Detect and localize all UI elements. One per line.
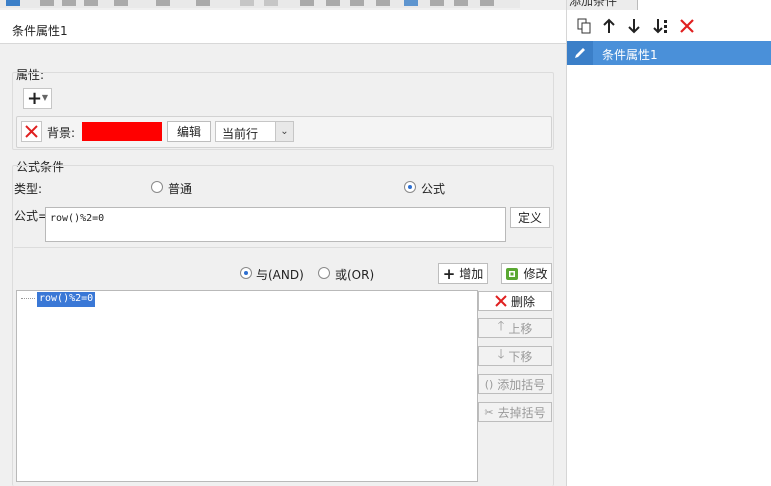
plus-icon: + bbox=[27, 87, 43, 109]
header-field bbox=[637, 0, 771, 10]
condition-entry-label: 条件属性1 bbox=[602, 48, 658, 62]
and-radio[interactable] bbox=[240, 267, 252, 279]
type-normal-radio[interactable] bbox=[151, 181, 163, 193]
arrow-up-icon: 🡑 bbox=[497, 319, 505, 334]
close-icon bbox=[25, 125, 38, 138]
toolbar-icon[interactable] bbox=[156, 0, 170, 6]
background-color-swatch[interactable] bbox=[82, 122, 162, 141]
remove-bracket-button[interactable]: ✂ 去掉括号 bbox=[478, 402, 552, 422]
or-radio[interactable] bbox=[318, 267, 330, 279]
formula-value: row()%2=0 bbox=[50, 213, 105, 224]
conditions-panel: 添加条件 条件属性1 bbox=[566, 0, 771, 486]
condition-list[interactable]: row()%2=0 bbox=[16, 290, 478, 482]
toolbar-icon[interactable] bbox=[454, 0, 468, 6]
modify-button[interactable]: 修改 bbox=[501, 263, 552, 284]
close-icon[interactable] bbox=[677, 16, 697, 36]
top-toolbar bbox=[0, 0, 520, 8]
type-label: 类型: bbox=[14, 182, 43, 196]
toolbar-icon[interactable] bbox=[240, 0, 254, 6]
type-formula-radio[interactable] bbox=[404, 181, 416, 193]
or-label: 或(OR) bbox=[335, 268, 375, 282]
background-label: 背景: bbox=[47, 126, 76, 140]
modify-button-label: 修改 bbox=[523, 267, 548, 281]
remove-bracket-icon: ✂ bbox=[484, 405, 494, 419]
pencil-icon bbox=[567, 41, 593, 65]
chevron-down-icon: ⌄ bbox=[275, 122, 293, 141]
toolbar-icon[interactable] bbox=[6, 0, 20, 6]
define-button[interactable]: 定义 bbox=[510, 207, 550, 228]
plus-icon: + bbox=[442, 264, 456, 283]
add-property-dropdown[interactable]: + ▼ bbox=[23, 88, 52, 109]
toolbar-icon[interactable] bbox=[430, 0, 444, 6]
copy-icon[interactable] bbox=[574, 16, 594, 36]
arrow-up-icon[interactable] bbox=[599, 16, 619, 36]
delete-button-label: 删除 bbox=[510, 294, 535, 309]
toolbar-icon[interactable] bbox=[62, 0, 76, 6]
type-formula-label: 公式 bbox=[421, 182, 446, 196]
toolbar-icon[interactable] bbox=[196, 0, 210, 6]
bracket-icon: () bbox=[484, 377, 494, 391]
move-down-button[interactable]: 🡓 下移 bbox=[478, 346, 552, 366]
add-bracket-label: 添加括号 bbox=[497, 377, 546, 392]
delete-button[interactable]: 删除 bbox=[478, 291, 552, 311]
scope-select[interactable]: 当前行 ⌄ bbox=[215, 121, 294, 142]
toolbar-icon[interactable] bbox=[40, 0, 54, 6]
move-up-label: 上移 bbox=[508, 321, 533, 336]
toolbar-icon[interactable] bbox=[350, 0, 364, 6]
toolbar-icon[interactable] bbox=[300, 0, 314, 6]
dialog-title: 条件属性1 bbox=[12, 24, 68, 38]
condition-list-item[interactable]: row()%2=0 bbox=[37, 292, 96, 307]
formula-input[interactable]: row()%2=0 bbox=[45, 207, 506, 242]
remove-bracket-label: 去掉括号 bbox=[497, 405, 546, 420]
conditions-toolbar bbox=[567, 12, 771, 40]
arrow-down-icon: 🡓 bbox=[497, 347, 505, 362]
add-button[interactable]: + 增加 bbox=[438, 263, 488, 284]
move-down-label: 下移 bbox=[508, 349, 533, 364]
toolbar-icon[interactable] bbox=[114, 0, 128, 6]
move-bottom-icon[interactable] bbox=[651, 16, 671, 36]
divider bbox=[14, 247, 552, 248]
remove-property-button[interactable] bbox=[21, 121, 42, 142]
conditions-panel-header-label: 添加条件 bbox=[569, 0, 618, 8]
tree-connector bbox=[21, 298, 35, 299]
close-icon bbox=[495, 295, 507, 307]
and-label: 与(AND) bbox=[256, 268, 304, 282]
arrow-down-icon[interactable] bbox=[624, 16, 644, 36]
modify-icon bbox=[506, 267, 519, 280]
formula-label: 公式= bbox=[14, 209, 49, 223]
condition-list-entry[interactable]: 条件属性1 bbox=[567, 41, 771, 65]
type-normal-label: 普通 bbox=[168, 182, 193, 196]
toolbar-icon[interactable] bbox=[84, 0, 98, 6]
toolbar-icon[interactable] bbox=[376, 0, 390, 6]
conditions-panel-header: 添加条件 bbox=[567, 0, 771, 10]
toolbar-icon[interactable] bbox=[404, 0, 418, 6]
edit-button[interactable]: 编辑 bbox=[167, 121, 211, 142]
scope-value: 当前行 bbox=[222, 127, 259, 141]
toolbar-icon[interactable] bbox=[264, 0, 278, 6]
toolbar-icon[interactable] bbox=[480, 0, 494, 6]
move-up-button[interactable]: 🡑 上移 bbox=[478, 318, 552, 338]
dialog-title-bar: 条件属性1 bbox=[0, 10, 566, 44]
toolbar-icon[interactable] bbox=[326, 0, 340, 6]
add-button-label: 增加 bbox=[459, 267, 484, 281]
add-bracket-button[interactable]: () 添加括号 bbox=[478, 374, 552, 394]
chevron-down-icon: ▼ bbox=[41, 93, 48, 102]
